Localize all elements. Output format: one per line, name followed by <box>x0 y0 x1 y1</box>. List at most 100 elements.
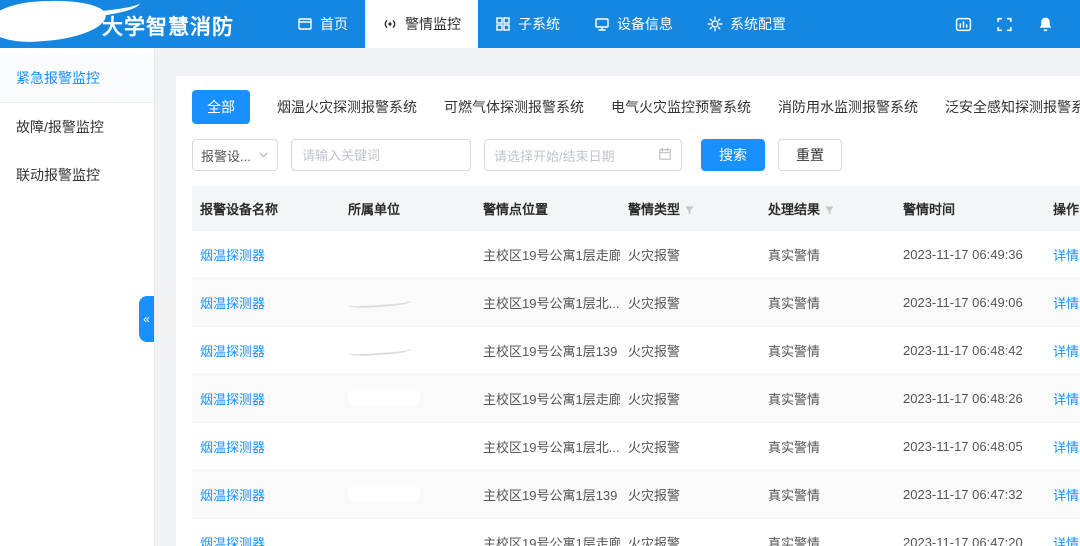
alarm-time-cell: 2023-11-17 06:48:26 <box>903 391 1023 406</box>
column-label: 操作 <box>1053 202 1079 217</box>
fullscreen-icon[interactable] <box>996 16 1013 33</box>
device-name-link[interactable]: 烟温探测器 <box>200 344 265 359</box>
handle-result-cell: 真实警情 <box>768 248 820 263</box>
alarm-type-cell: 火灾报警 <box>628 344 680 359</box>
redaction-mark <box>348 343 413 357</box>
sidebar: 紧急报警监控故障/报警监控联动报警监控 <box>0 48 155 546</box>
unit-cell <box>340 279 475 327</box>
column-header-0: 报警设备名称 <box>192 186 340 231</box>
handle-result-cell: 真实警情 <box>768 344 820 359</box>
detail-link[interactable]: 详情 <box>1053 392 1079 407</box>
unit-cell <box>340 327 475 375</box>
column-header-5: 警情时间 <box>895 186 1045 231</box>
device-name-link[interactable]: 烟温探测器 <box>200 536 265 546</box>
sidebar-collapse-button[interactable]: « <box>139 296 154 342</box>
device-type-select-value: 报警设... <box>201 146 251 165</box>
redaction-mark <box>348 389 420 405</box>
alarm-time-cell: 2023-11-17 06:47:20 <box>903 535 1023 546</box>
table-row: 烟温探测器主校区19号公寓1层139火灾报警真实警情2023-11-17 06:… <box>192 327 1080 375</box>
table-row: 烟温探测器主校区19号公寓1层走廊4火灾报警真实警情2023-11-17 06:… <box>192 231 1080 279</box>
device-name-link[interactable]: 烟温探测器 <box>200 248 265 263</box>
top-nav: 首页 警情监控 子系统 设备信息系统配置 <box>280 0 803 48</box>
nav-item-0[interactable]: 首页 <box>280 0 365 48</box>
home-icon <box>297 16 313 32</box>
tab-0[interactable]: 全部 <box>192 90 250 124</box>
nav-item-label: 子系统 <box>518 14 560 34</box>
search-button[interactable]: 搜索 <box>701 139 765 171</box>
logo-area: 大学智慧消防 <box>0 0 280 48</box>
table-row: 烟温探测器主校区19号公寓1层北...火灾报警真实警情2023-11-17 06… <box>192 423 1080 471</box>
column-label: 警情时间 <box>903 202 955 217</box>
table-row: 烟温探测器主校区19号公寓1层北...火灾报警真实警情2023-11-17 06… <box>192 279 1080 327</box>
detail-link[interactable]: 详情 <box>1053 536 1079 546</box>
handle-result-cell: 真实警情 <box>768 488 820 503</box>
alarm-type-cell: 火灾报警 <box>628 392 680 407</box>
nav-item-label: 警情监控 <box>405 14 461 34</box>
handle-result-cell: 真实警情 <box>768 296 820 311</box>
grid-icon <box>495 16 511 32</box>
date-range-placeholder: 请选择开始/结束日期 <box>494 146 615 165</box>
table-body: 烟温探测器主校区19号公寓1层走廊4火灾报警真实警情2023-11-17 06:… <box>192 231 1080 546</box>
funnel-icon[interactable] <box>820 202 835 217</box>
tab-4[interactable]: 消防用水监测报警系统 <box>778 90 918 124</box>
device-name-link[interactable]: 烟温探测器 <box>200 440 265 455</box>
alarm-time-cell: 2023-11-17 06:48:42 <box>903 343 1023 358</box>
calendar-icon <box>658 147 672 164</box>
column-header-2: 警情点位置 <box>475 186 620 231</box>
detail-link[interactable]: 详情 <box>1053 296 1079 311</box>
table-row: 烟温探测器主校区19号公寓1层走廊4火灾报警真实警情2023-11-17 06:… <box>192 519 1080 546</box>
detail-link[interactable]: 详情 <box>1053 248 1079 263</box>
filter-bar: 报警设... 请选择开始/结束日期 搜索 重置 <box>192 139 1080 171</box>
column-label: 报警设备名称 <box>200 202 278 217</box>
funnel-icon[interactable] <box>680 202 695 217</box>
tab-3[interactable]: 电气火灾监控预警系统 <box>611 90 751 124</box>
nav-item-label: 首页 <box>320 14 348 34</box>
gear-icon <box>707 16 723 32</box>
nav-item-3[interactable]: 设备信息 <box>577 0 690 48</box>
keyword-input[interactable] <box>291 139 471 171</box>
alarm-monitor-card: 全部烟温火灾探测报警系统可燃气体探测报警系统电气火灾监控预警系统消防用水监测报警… <box>176 76 1080 546</box>
unit-cell <box>340 519 475 546</box>
nav-item-1[interactable]: 警情监控 <box>365 0 478 48</box>
table-header: 报警设备名称 所属单位 警情点位置警情类型 处理结果 警情时间 操作 <box>192 186 1080 231</box>
date-range-input[interactable]: 请选择开始/结束日期 <box>484 139 682 171</box>
column-header-4: 处理结果 <box>760 186 895 231</box>
detail-link[interactable]: 详情 <box>1053 344 1079 359</box>
detail-link[interactable]: 详情 <box>1053 488 1079 503</box>
handle-result-cell: 真实警情 <box>768 440 820 455</box>
device-type-select[interactable]: 报警设... <box>192 139 278 171</box>
column-label: 处理结果 <box>768 202 820 217</box>
bell-icon[interactable] <box>1037 16 1054 33</box>
device-name-link[interactable]: 烟温探测器 <box>200 488 265 503</box>
dashboard-icon[interactable] <box>955 16 972 33</box>
detail-link[interactable]: 详情 <box>1053 440 1079 455</box>
handle-result-cell: 真实警情 <box>768 536 820 546</box>
alarm-time-cell: 2023-11-17 06:49:36 <box>903 247 1023 262</box>
device-icon <box>594 16 610 32</box>
location-cell: 主校区19号公寓1层北... <box>483 440 620 455</box>
column-header-6: 操作 <box>1045 186 1080 231</box>
app-title: 大学智慧消防 <box>102 11 234 41</box>
header-right-icons <box>955 16 1080 33</box>
device-name-link[interactable]: 烟温探测器 <box>200 296 265 311</box>
column-label: 警情类型 <box>628 202 680 217</box>
device-name-link[interactable]: 烟温探测器 <box>200 392 265 407</box>
tab-5[interactable]: 泛安全感知探测报警系统 <box>945 90 1080 124</box>
reset-button[interactable]: 重置 <box>778 139 842 171</box>
nav-item-4[interactable]: 系统配置 <box>690 0 803 48</box>
nav-item-label: 设备信息 <box>617 14 673 34</box>
column-label: 所属单位 <box>348 202 400 217</box>
system-tabs: 全部烟温火灾探测报警系统可燃气体探测报警系统电气火灾监控预警系统消防用水监测报警… <box>192 90 1080 124</box>
nav-item-2[interactable]: 子系统 <box>478 0 577 48</box>
location-cell: 主校区19号公寓1层139 <box>483 488 617 503</box>
location-cell: 主校区19号公寓1层走廊4 <box>483 248 620 263</box>
sidebar-item-1[interactable]: 故障/报警监控 <box>0 103 154 151</box>
column-header-1: 所属单位 <box>340 186 475 231</box>
redaction-mark <box>348 295 413 309</box>
location-cell: 主校区19号公寓1层北... <box>483 296 620 311</box>
tab-2[interactable]: 可燃气体探测报警系统 <box>444 90 584 124</box>
chevron-down-icon <box>258 148 269 163</box>
sidebar-item-0[interactable]: 紧急报警监控 <box>0 54 154 103</box>
tab-1[interactable]: 烟温火灾探测报警系统 <box>277 90 417 124</box>
sidebar-item-2[interactable]: 联动报警监控 <box>0 151 154 199</box>
